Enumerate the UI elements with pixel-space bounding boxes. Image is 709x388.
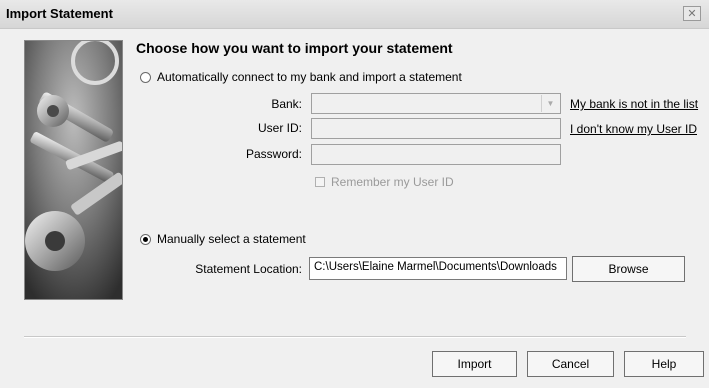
bank-not-listed-link[interactable]: My bank is not in the list — [570, 97, 698, 111]
window-title: Import Statement — [6, 6, 113, 21]
browse-button-label: Browse — [608, 262, 649, 276]
import-statement-dialog: Import Statement ✕ Choose how you want t… — [0, 0, 709, 388]
manual-select-option[interactable]: Manually select a statement — [140, 232, 306, 246]
divider — [24, 336, 686, 338]
remember-userid-checkbox[interactable] — [315, 177, 325, 187]
bank-label: Bank: — [271, 97, 302, 111]
remember-userid-option[interactable]: Remember my User ID — [315, 175, 454, 189]
keys-image — [25, 41, 122, 299]
help-button[interactable]: Help — [624, 351, 704, 377]
userid-field[interactable] — [311, 118, 561, 139]
import-button[interactable]: Import — [432, 351, 517, 377]
cancel-button-label: Cancel — [551, 357, 590, 371]
remember-userid-label: Remember my User ID — [331, 175, 454, 189]
cancel-button[interactable]: Cancel — [527, 351, 614, 377]
chevron-down-icon[interactable]: ▼ — [541, 95, 559, 112]
statement-location-value: C:\Users\Elaine Marmel\Documents\Downloa… — [314, 261, 557, 273]
browse-button[interactable]: Browse — [572, 256, 685, 282]
keys-illustration — [24, 40, 123, 300]
title-bar: Import Statement ✕ — [0, 0, 709, 29]
import-button-label: Import — [457, 357, 492, 371]
statement-location-field[interactable]: C:\Users\Elaine Marmel\Documents\Downloa… — [309, 257, 567, 280]
password-label: Password: — [245, 147, 302, 161]
help-button-label: Help — [651, 357, 677, 371]
manual-select-radio[interactable] — [140, 233, 151, 245]
auto-connect-radio[interactable] — [140, 71, 151, 83]
bank-select[interactable]: ▼ — [311, 93, 561, 114]
manual-select-label: Manually select a statement — [157, 232, 306, 246]
close-icon[interactable]: ✕ — [683, 6, 701, 21]
page-heading: Choose how you want to import your state… — [136, 40, 453, 56]
userid-label: User ID: — [257, 121, 302, 135]
auto-connect-option[interactable]: Automatically connect to my bank and imp… — [140, 70, 462, 84]
statement-location-label: Statement Location: — [195, 262, 302, 276]
password-field[interactable] — [311, 144, 561, 165]
auto-connect-label: Automatically connect to my bank and imp… — [157, 70, 462, 84]
forgot-userid-link[interactable]: I don't know my User ID — [570, 122, 697, 136]
